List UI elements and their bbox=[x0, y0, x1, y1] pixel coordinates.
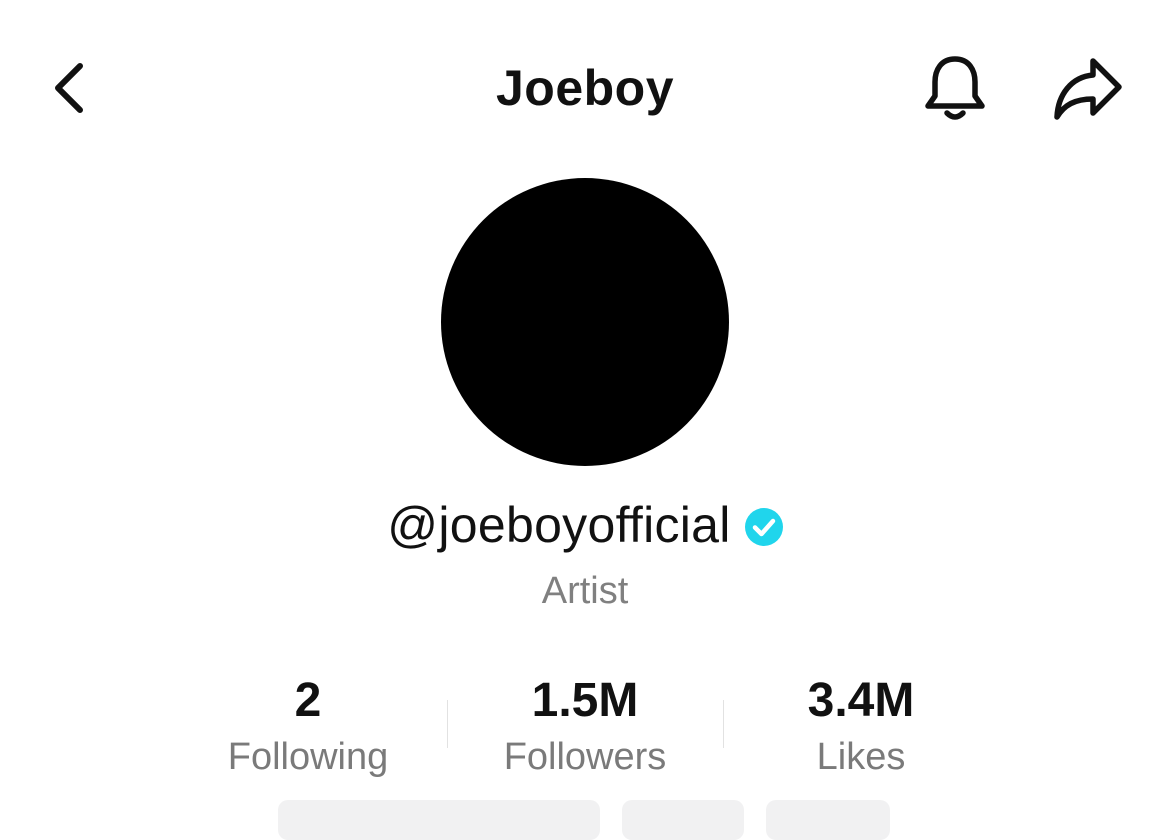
bell-icon bbox=[925, 56, 985, 120]
message-button[interactable] bbox=[622, 800, 744, 840]
follow-button[interactable] bbox=[278, 800, 600, 840]
username-row: @joeboyofficial bbox=[0, 492, 1170, 558]
stat-following[interactable]: 2 Following bbox=[170, 670, 446, 782]
stat-value: 1.5M bbox=[531, 674, 639, 727]
stat-label: Followers bbox=[503, 736, 667, 778]
notifications-button[interactable] bbox=[915, 50, 995, 126]
stat-label: Likes bbox=[816, 736, 906, 778]
username: @joeboyofficial bbox=[387, 497, 731, 553]
profile-header: Joeboy bbox=[0, 0, 1170, 180]
profile-stats: 2 Following 1.5M Followers 3.4M Likes bbox=[170, 670, 1000, 790]
stat-value: 3.4M bbox=[807, 674, 915, 727]
stat-likes[interactable]: 3.4M Likes bbox=[723, 670, 999, 782]
stat-value: 2 bbox=[294, 674, 322, 727]
avatar[interactable] bbox=[441, 178, 729, 466]
stat-label: Following bbox=[227, 736, 389, 778]
profile-bio: Artist bbox=[541, 570, 629, 612]
share-button[interactable] bbox=[1045, 50, 1129, 126]
more-options-button[interactable] bbox=[766, 800, 890, 840]
stat-followers[interactable]: 1.5M Followers bbox=[447, 670, 723, 782]
verified-badge-icon bbox=[744, 508, 783, 546]
share-arrow-icon bbox=[1054, 58, 1122, 120]
